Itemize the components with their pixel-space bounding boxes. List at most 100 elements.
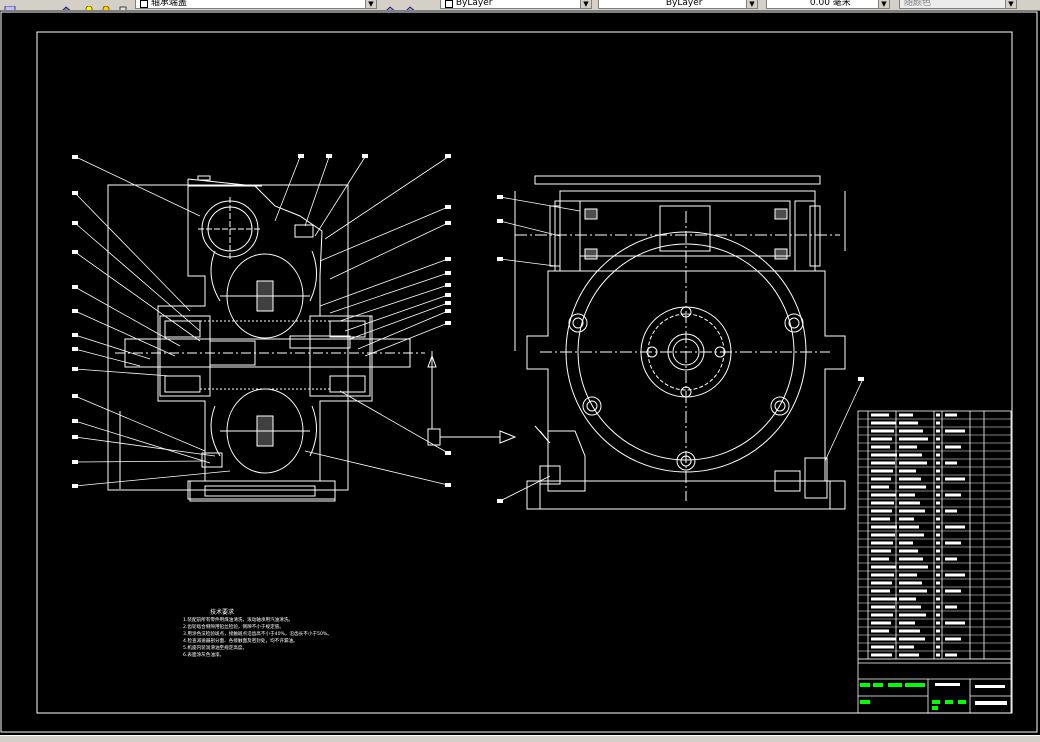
note-line: 3.用涂色法检验斑点，接触斑点沿齿高不小于40%，沿齿长不小于50%。 (183, 630, 332, 637)
plotstyle-combo-value: 随颜色 (904, 0, 932, 8)
row-text-mark (899, 413, 913, 417)
row-text-mark (945, 605, 957, 609)
note-line: 4.检查减速器剖分面、各接触面及密封处，均不许漏油。 (183, 637, 298, 644)
balloon-markers-right (497, 195, 864, 503)
row-text-mark (871, 613, 893, 617)
row-text-mark (899, 525, 919, 529)
chevron-down-icon[interactable]: ▼ (580, 0, 591, 8)
row-text-mark (871, 429, 894, 433)
plotstyle-combo[interactable]: 随颜色 ▼ (899, 0, 1017, 9)
row-text-mark (899, 645, 914, 649)
row-text-mark (871, 589, 890, 593)
row-text-mark (936, 597, 940, 601)
row-text-mark (899, 453, 922, 457)
lightbulb-icon[interactable] (83, 0, 96, 10)
chevron-down-icon[interactable]: ▼ (1005, 0, 1016, 8)
row-text-mark (899, 557, 923, 561)
row-text-mark (936, 573, 940, 577)
row-text-mark (945, 637, 961, 641)
note-line: 5.机座内装润滑油至规定高度。 (183, 644, 247, 651)
chevron-down-icon[interactable]: ▼ (878, 0, 889, 8)
row-text-mark (899, 621, 915, 625)
color-swatch (445, 0, 453, 8)
row-text-mark (899, 597, 916, 601)
row-text-mark (945, 509, 957, 513)
row-text-mark (871, 645, 894, 649)
technical-notes: 技术要求 1.装配前所有零件用煤油清洗，滚动轴承用汽油清洗。 2.齿轮啮合侧隙用… (183, 608, 332, 658)
row-text-mark (899, 589, 927, 593)
sun-icon[interactable] (100, 0, 113, 10)
row-text-mark (899, 421, 918, 425)
chevron-down-icon[interactable]: ▼ (365, 0, 376, 8)
row-text-mark (945, 541, 961, 545)
row-text-mark (899, 565, 928, 569)
row-text-mark (871, 621, 891, 625)
linetype-combo-value: ByLayer (665, 0, 703, 8)
row-text-mark (871, 557, 889, 561)
row-text-mark (899, 485, 926, 489)
row-text-mark (899, 429, 923, 433)
row-text-mark (945, 493, 961, 497)
row-text-mark (871, 445, 890, 449)
row-text-mark (899, 437, 928, 441)
row-text-mark (945, 413, 957, 417)
row-text-mark (871, 509, 892, 513)
note-line: 1.装配前所有零件用煤油清洗，滚动轴承用汽油清洗。 (183, 616, 293, 623)
layer-manager-icon[interactable] (4, 0, 17, 10)
layer-combo-value: 轴承端盖 (150, 0, 187, 8)
row-text-mark (899, 477, 921, 481)
row-text-mark (936, 437, 940, 441)
row-text-mark (945, 557, 957, 561)
row-text-mark (899, 469, 916, 473)
row-text-mark (936, 541, 940, 545)
row-text-mark (945, 525, 965, 529)
row-text-mark (899, 493, 915, 497)
row-text-mark (945, 429, 965, 433)
row-text-mark (936, 429, 940, 433)
row-text-mark (871, 581, 892, 585)
layer-combo[interactable]: 轴承端盖 ▼ (135, 0, 377, 9)
parts-list-text-marks (871, 413, 965, 657)
row-text-mark (936, 469, 940, 473)
row-text-mark (936, 621, 940, 625)
row-text-mark (899, 573, 917, 577)
row-text-mark (899, 533, 924, 537)
row-text-mark (936, 557, 940, 561)
row-text-mark (871, 413, 889, 417)
row-text-mark (945, 589, 961, 593)
make-current-layer-icon[interactable] (384, 0, 397, 10)
row-text-mark (936, 525, 940, 529)
lock-icon[interactable] (117, 0, 130, 10)
row-text-mark (899, 629, 920, 633)
note-line: 6.表面涂灰色油漆。 (183, 651, 224, 658)
row-text-mark (899, 581, 922, 585)
chevron-down-icon[interactable]: ▼ (746, 0, 757, 8)
row-text-mark (871, 437, 892, 441)
row-text-mark (936, 629, 940, 633)
row-text-mark (899, 613, 926, 617)
row-text-mark (936, 517, 940, 521)
layer-states-icon[interactable] (60, 0, 73, 10)
row-text-mark (871, 653, 892, 657)
row-text-mark (871, 597, 897, 601)
row-text-mark (936, 637, 940, 641)
lineweight-combo[interactable]: 0.00 毫米 ▼ (766, 0, 890, 9)
row-text-mark (871, 469, 893, 473)
drawing-canvas[interactable]: 技术要求 1.装配前所有零件用煤油清洗，滚动轴承用汽油清洗。 2.齿轮啮合侧隙用… (0, 11, 1040, 735)
side-view (514, 175, 846, 510)
row-text-mark (936, 549, 940, 553)
linetype-combo[interactable]: ByLayer ▼ (598, 0, 758, 9)
row-text-mark (899, 509, 925, 513)
row-text-mark (871, 485, 889, 489)
row-text-mark (945, 653, 957, 657)
color-combo[interactable]: ByLayer ▼ (440, 0, 592, 9)
title-block-highlights (860, 683, 966, 710)
row-text-mark (936, 509, 940, 513)
row-text-mark (871, 605, 895, 609)
leader-lines-right (499, 196, 863, 502)
layer-previous-icon[interactable] (404, 0, 417, 10)
row-text-mark (871, 525, 897, 529)
row-text-mark (871, 461, 895, 465)
row-text-mark (936, 533, 940, 537)
row-text-mark (871, 533, 895, 537)
